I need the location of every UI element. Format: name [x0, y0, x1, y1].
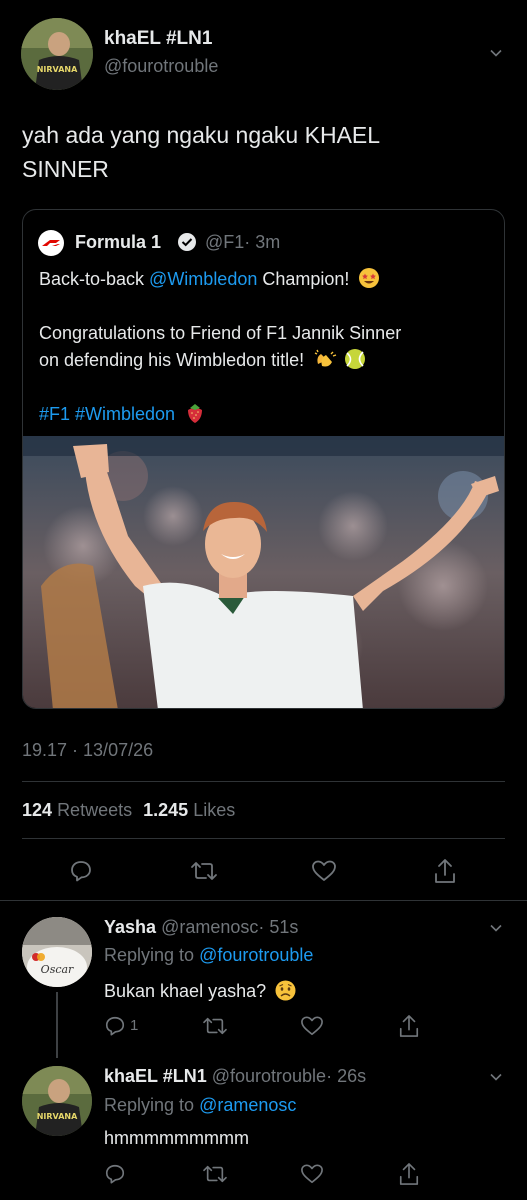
- reply-header: khaEL #LN1 @fourotrouble· 26s: [104, 1066, 366, 1087]
- chevron-down-icon[interactable]: [490, 922, 502, 934]
- avatar-photo: Oscar: [22, 917, 92, 987]
- avatar-photo: NIRVANA: [21, 18, 93, 90]
- tennis-ball-emoji-icon: [345, 349, 366, 369]
- quote-handle-text[interactable]: @F1: [205, 232, 244, 252]
- reply-author-name[interactable]: Yasha: [104, 917, 156, 937]
- divider: [22, 838, 505, 839]
- retweet-icon[interactable]: [202, 1163, 228, 1185]
- quote-text-part: Back-to-back: [39, 269, 150, 289]
- like-icon[interactable]: [311, 859, 337, 883]
- retweet-icon[interactable]: [202, 1015, 228, 1037]
- chevron-down-icon[interactable]: [490, 47, 502, 59]
- reply-text-content: Bukan khael yasha?: [104, 981, 267, 1001]
- chevron-down-icon[interactable]: [490, 1071, 502, 1083]
- reply-icon[interactable]: [69, 859, 93, 883]
- quote-line-3: on defending his Wimbledon title!: [39, 347, 494, 374]
- star-struck-emoji-icon: [359, 268, 380, 288]
- reply-text: hmmmmmmmmm: [104, 1128, 249, 1148]
- reply-text: Bukan khael yasha?: [104, 980, 296, 1002]
- reply-header: Yasha @ramenosc· 51s: [104, 917, 298, 938]
- retweet-icon[interactable]: [190, 859, 218, 883]
- clapping-hands-emoji-icon: [314, 349, 337, 367]
- reply-handle[interactable]: @ramenosc: [161, 917, 258, 937]
- avatar-photo: NIRVANA: [22, 1066, 92, 1136]
- quote-handle: @F1· 3m: [205, 232, 280, 253]
- replying-to: Replying to @ramenosc: [104, 1095, 296, 1116]
- quote-text-part: on defending his Wimbledon title!: [39, 350, 305, 370]
- replying-to-link[interactable]: @ramenosc: [199, 1095, 296, 1115]
- svg-text:NIRVANA: NIRVANA: [37, 1112, 78, 1121]
- divider: [22, 781, 505, 782]
- svg-text:Oscar: Oscar: [41, 963, 74, 976]
- tennis-player-photo: [23, 436, 504, 708]
- retweets-label[interactable]: Retweets: [57, 800, 132, 820]
- worried-face-emoji-icon: [275, 980, 296, 1001]
- tweet-timestamp[interactable]: 19.17 · 13/07/26: [22, 740, 153, 761]
- reply-time: · 51s: [258, 917, 299, 937]
- avatar[interactable]: NIRVANA: [21, 18, 93, 90]
- quote-hashtags-line: #F1 #Wimbledon: [39, 401, 494, 428]
- share-icon[interactable]: [398, 1161, 420, 1187]
- reply-count: 1: [130, 1017, 139, 1034]
- tweet-text-line: SINNER: [22, 156, 109, 182]
- author-name[interactable]: khaEL #LN1: [104, 28, 212, 50]
- f1-logo-icon: [38, 230, 64, 256]
- likes-label[interactable]: Likes: [193, 800, 235, 820]
- divider: [0, 900, 527, 901]
- tweet-text: yah ada yang ngaku ngaku KHAEL SINNER: [22, 118, 380, 186]
- reply-icon[interactable]: [104, 1163, 126, 1185]
- tweet-text-line: yah ada yang ngaku ngaku KHAEL: [22, 122, 381, 148]
- reply-time: · 26s: [326, 1066, 367, 1086]
- verified-icon: [178, 233, 196, 251]
- like-icon[interactable]: [300, 1015, 324, 1037]
- hashtag-links[interactable]: #F1 #Wimbledon: [39, 404, 175, 424]
- thread-line: [56, 992, 58, 1058]
- retweets-count[interactable]: 124: [22, 800, 52, 820]
- replying-to-link[interactable]: @fourotrouble: [199, 945, 313, 965]
- reply-handle[interactable]: @fourotrouble: [212, 1066, 326, 1086]
- share-icon[interactable]: [398, 1013, 420, 1039]
- tweet-photo[interactable]: [23, 436, 504, 708]
- author-handle[interactable]: @fourotrouble: [104, 56, 218, 77]
- replying-to-label: Replying to: [104, 945, 195, 965]
- quote-text: Back-to-back @Wimbledon Champion! Congra…: [39, 266, 494, 428]
- quote-author-name[interactable]: Formula 1: [75, 232, 161, 253]
- strawberry-emoji-icon: [188, 404, 203, 423]
- share-icon[interactable]: [433, 857, 457, 885]
- wimbledon-mention-link[interactable]: @Wimbledon: [149, 269, 257, 289]
- reply-icon[interactable]: [104, 1015, 126, 1037]
- quote-text-part: Champion!: [257, 269, 350, 289]
- quoted-tweet-card[interactable]: Formula 1 @F1· 3m Back-to-back @Wimbledo…: [22, 209, 505, 709]
- quote-line-2: Congratulations to Friend of F1 Jannik S…: [39, 323, 402, 343]
- svg-text:NIRVANA: NIRVANA: [37, 65, 78, 74]
- avatar[interactable]: NIRVANA: [22, 1066, 92, 1136]
- replying-to: Replying to @fourotrouble: [104, 945, 313, 966]
- like-icon[interactable]: [300, 1163, 324, 1185]
- reply-author-name[interactable]: khaEL #LN1: [104, 1066, 207, 1086]
- avatar[interactable]: Oscar: [22, 917, 92, 987]
- quote-time: · 3m: [244, 232, 281, 252]
- replying-to-label: Replying to: [104, 1095, 195, 1115]
- quote-line-1: Back-to-back @Wimbledon Champion!: [39, 266, 494, 293]
- likes-count[interactable]: 1.245: [143, 800, 188, 820]
- tweet-stats: 124 Retweets 1.245 Likes: [22, 800, 235, 821]
